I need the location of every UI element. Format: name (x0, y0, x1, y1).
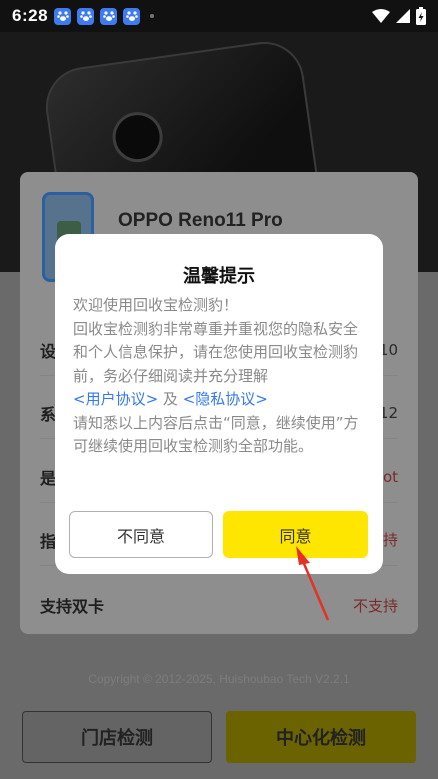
cellular-signal-icon (396, 9, 410, 23)
privacy-dialog: 温馨提示 欢迎使用回收宝检测豹！ 回收宝检测豹非常尊重并重视您的隐私安全和个人信… (55, 234, 383, 574)
store-check-button[interactable]: 门店检测 (22, 711, 212, 763)
baidu-paw-icon (54, 7, 72, 25)
spec-value: 持 (382, 531, 398, 549)
and-text: 及 (162, 390, 178, 408)
spec-key: 是 (40, 468, 57, 488)
dialog-privacy-text: 回收宝检测豹非常尊重并重视您的隐私安全和个人信息保护，请在您使用回收宝检测豹前，… (73, 319, 359, 385)
baidu-paw-icon (123, 7, 141, 25)
spec-value: 不支持 (352, 596, 398, 615)
spec-key: 支持双卡 (40, 597, 105, 616)
center-check-button[interactable]: 中心化检测 (226, 711, 416, 763)
dialog-title: 温馨提示 (183, 266, 255, 287)
spec-key: 设 (40, 341, 57, 361)
dialog-agreement-links: <用户协议> 及 <隐私协议> (73, 388, 369, 412)
dialog-welcome-text: 欢迎使用回收宝检测豹！ (73, 296, 239, 314)
battery-charging-icon (416, 7, 426, 25)
status-dot (150, 14, 155, 18)
baidu-paw-icon (77, 7, 95, 25)
status-time: 6:28 (12, 6, 49, 25)
wifi-icon (372, 9, 390, 23)
baidu-paw-icon (100, 7, 118, 25)
status-right-icons (372, 7, 426, 25)
spec-key: 指 (40, 531, 57, 551)
privacy-agreement-link[interactable]: <隐私协议> (183, 390, 268, 408)
spec-key: 系 (40, 404, 57, 424)
camera-lens-illustration (109, 108, 166, 166)
agree-button[interactable]: 同意 (223, 511, 368, 558)
status-bar: 6:28 (0, 0, 438, 32)
dialog-notice-text: 请知悉以上内容后点击“同意，继续使用”方可继续使用回收宝检测豹全部功能。 (73, 413, 359, 456)
spec-value: ot (382, 467, 398, 486)
disagree-button[interactable]: 不同意 (69, 511, 213, 558)
dialog-body: 欢迎使用回收宝检测豹！ 回收宝检测豹非常尊重并重视您的隐私安全和个人信息保护，请… (73, 294, 369, 459)
device-name: OPPO Reno11 Pro (118, 210, 283, 231)
copyright-text: Copyright © 2012-2025, Huishoubao Tech V… (88, 672, 350, 686)
spec-row-dual-sim: 支持双卡 不支持 (40, 579, 398, 631)
user-agreement-link[interactable]: <用户协议> (73, 390, 158, 408)
